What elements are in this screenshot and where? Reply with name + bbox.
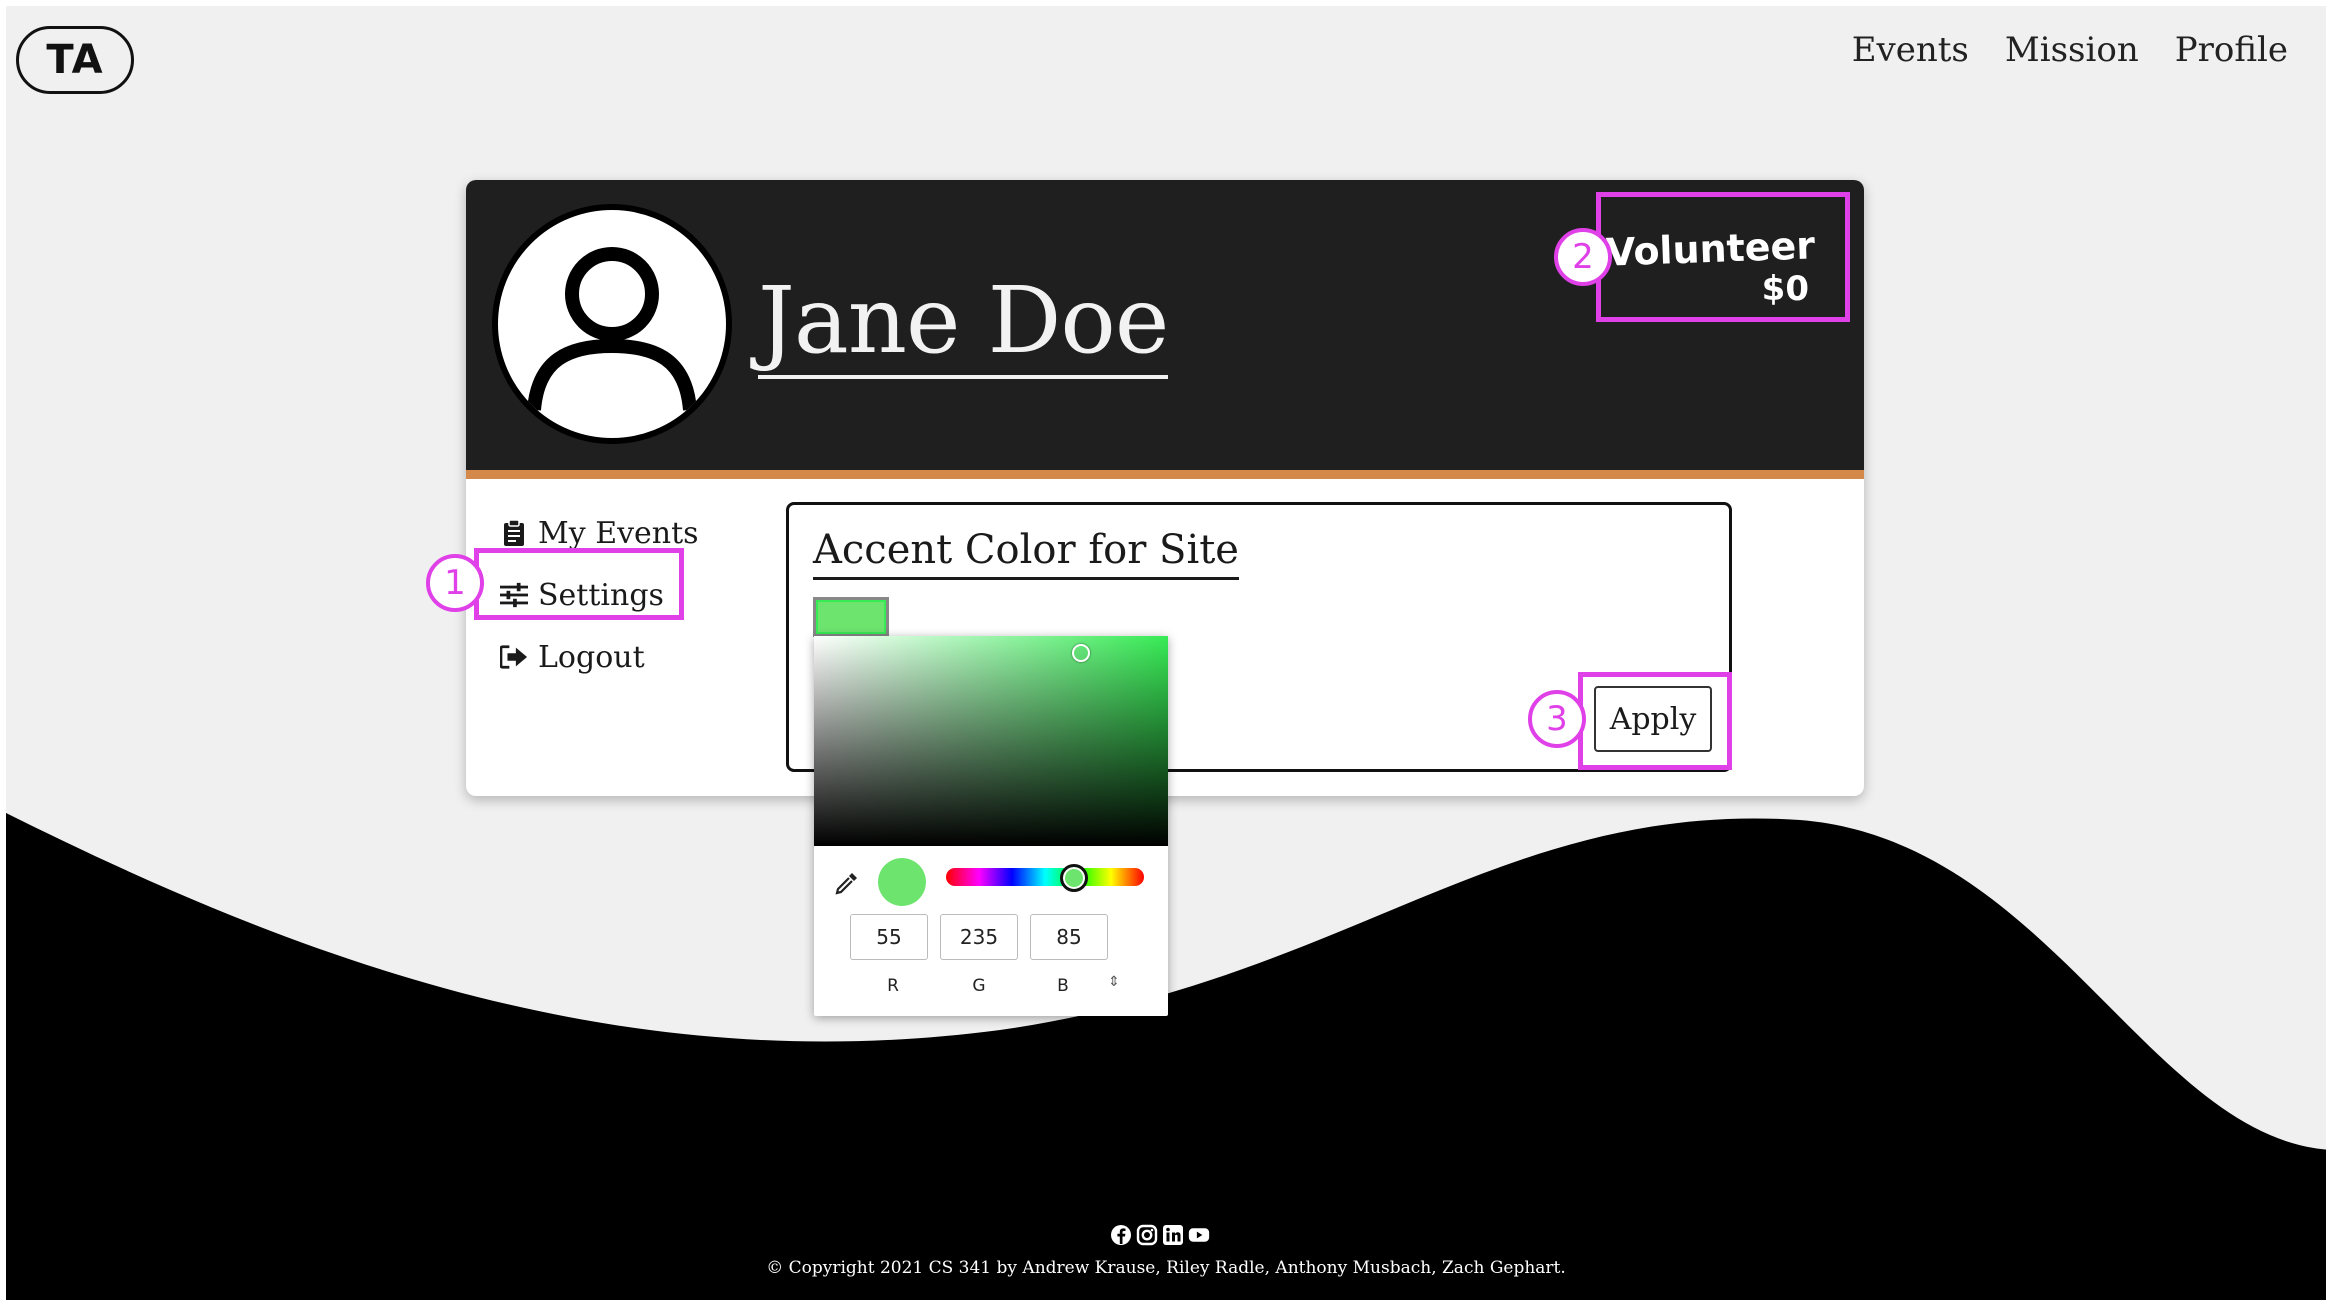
donation-amount: $0	[1761, 269, 1809, 309]
profile-header: Jane Doe Volunteer $0	[466, 180, 1864, 470]
logo-text: TA	[46, 37, 104, 83]
accent-color-swatch[interactable]	[813, 597, 889, 637]
color-picker-popup: R G B ⇕	[814, 636, 1168, 1016]
clipboard-icon	[500, 518, 528, 548]
hue-slider-handle[interactable]	[1060, 864, 1088, 892]
saturation-handle[interactable]	[1072, 644, 1090, 662]
menu-item-label: Logout	[538, 639, 645, 675]
swatch-fill	[818, 602, 884, 632]
annotation-badge-1: 1	[426, 554, 484, 612]
nav-events-link[interactable]: Events	[1852, 30, 1969, 70]
user-avatar-icon	[527, 247, 697, 411]
facebook-icon[interactable]	[1110, 1224, 1132, 1246]
menu-item-logout[interactable]: Logout	[500, 626, 699, 688]
top-nav: Events Mission Profile	[1852, 30, 2288, 70]
nav-mission-link[interactable]: Mission	[2005, 30, 2139, 70]
annotation-badge-2: 2	[1554, 228, 1612, 286]
color-mode-toggle[interactable]: ⇕	[1104, 974, 1124, 994]
blue-input[interactable]	[1030, 914, 1108, 960]
user-name: Jane Doe	[758, 270, 1169, 380]
role-title: Volunteer	[1605, 223, 1816, 275]
settings-highlight-box	[474, 548, 684, 620]
nav-profile-link[interactable]: Profile	[2175, 30, 2288, 70]
color-preview	[878, 858, 926, 906]
social-icons	[1110, 1224, 1210, 1246]
green-input[interactable]	[940, 914, 1018, 960]
menu-item-label: My Events	[538, 515, 699, 551]
accent-bar	[466, 470, 1864, 479]
green-label: G	[972, 976, 986, 996]
red-input[interactable]	[850, 914, 928, 960]
blue-label: B	[1057, 976, 1069, 996]
instagram-icon[interactable]	[1136, 1224, 1158, 1246]
avatar	[492, 204, 732, 444]
annotation-badge-3: 3	[1528, 690, 1586, 748]
eyedropper-icon[interactable]	[834, 870, 860, 896]
saturation-value-area[interactable]	[814, 636, 1168, 846]
hue-slider[interactable]	[946, 868, 1144, 886]
role-highlight-box: Volunteer $0	[1596, 192, 1850, 322]
panel-title: Accent Color for Site	[813, 527, 1239, 580]
copyright-text: © Copyright 2021 CS 341 by Andrew Krause…	[766, 1258, 1566, 1278]
apply-button[interactable]: Apply	[1594, 686, 1712, 752]
red-label: R	[887, 976, 899, 996]
logout-icon	[500, 642, 528, 672]
youtube-icon[interactable]	[1188, 1224, 1210, 1246]
linkedin-icon[interactable]	[1162, 1224, 1184, 1246]
site-logo[interactable]: TA	[16, 26, 134, 94]
